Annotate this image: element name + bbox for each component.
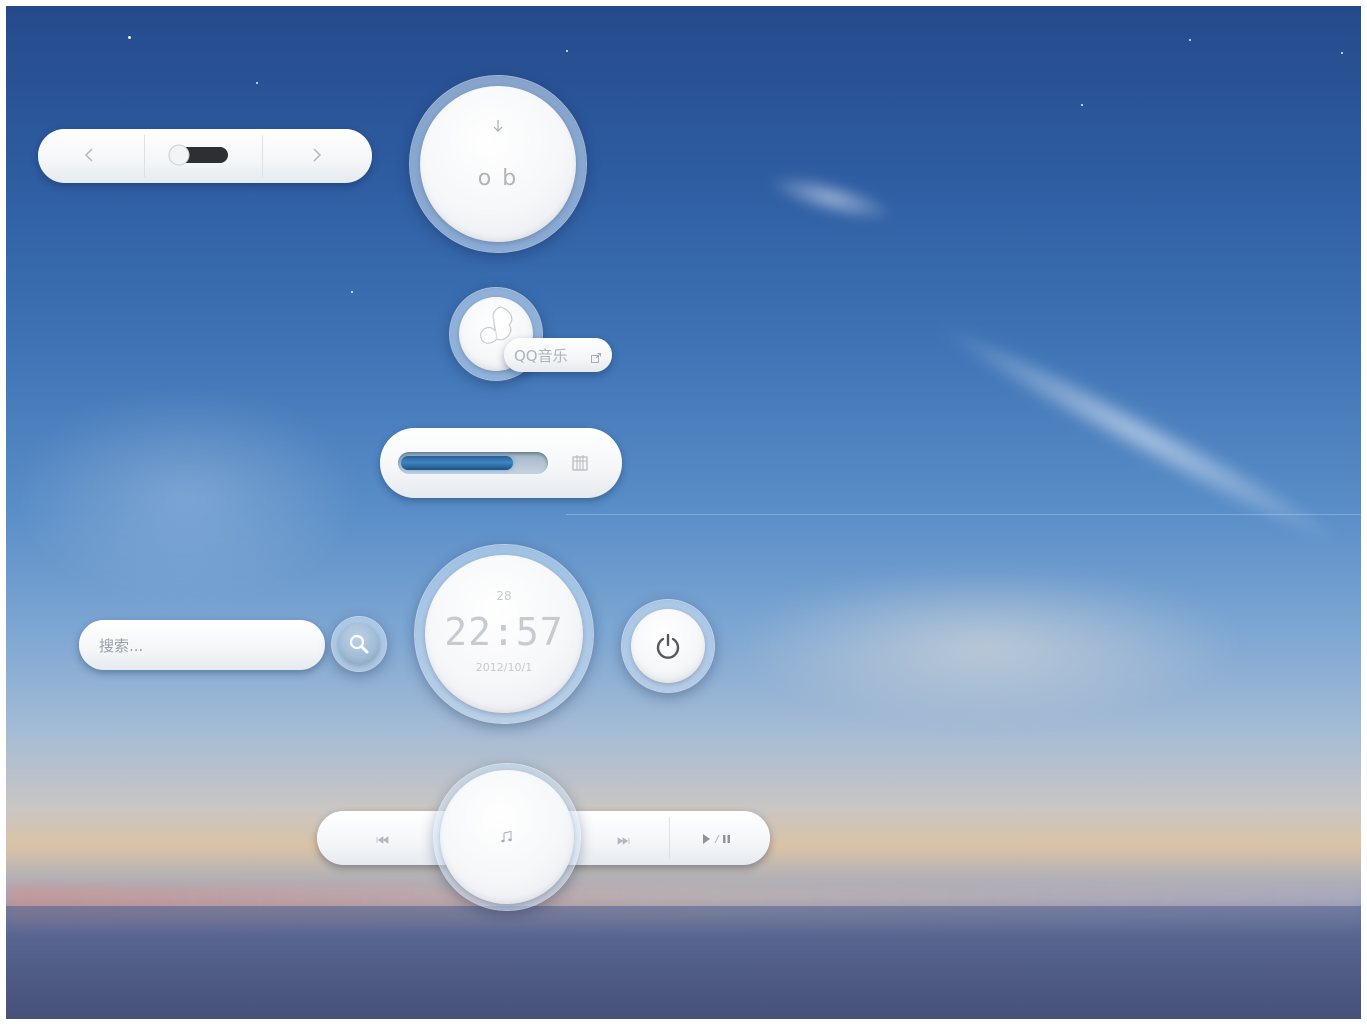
search-icon: [349, 634, 369, 654]
clock-date: 2012/10/1: [475, 661, 533, 674]
search-input[interactable]: [97, 632, 311, 660]
clock-time: 22:57: [444, 610, 564, 654]
clock-face: 28 22:57 2012/10/1: [425, 555, 583, 713]
music-note-icon: [501, 830, 512, 843]
calendar-icon[interactable]: [570, 453, 590, 473]
divider: [144, 135, 145, 177]
star: [256, 82, 258, 84]
sea: [6, 906, 1361, 1019]
play-pause-icon[interactable]: [701, 831, 735, 845]
star: [1189, 39, 1191, 41]
power-widget: [622, 600, 714, 692]
chevron-right-icon[interactable]: [304, 143, 328, 167]
cloud-streak: [926, 308, 1352, 560]
chevron-left-icon[interactable]: [78, 143, 102, 167]
power-button[interactable]: [631, 609, 705, 683]
progress-widget: [380, 428, 622, 498]
star: [566, 50, 568, 52]
music-app-label: QQ音乐: [514, 347, 568, 365]
previous-track-icon[interactable]: [375, 831, 391, 844]
desktop-background: o b QQ音乐 搜索... 28 22:57 2012/10/1: [6, 6, 1361, 1019]
clock-widget: 28 22:57 2012/10/1: [415, 545, 593, 723]
progress-fill: [401, 456, 513, 470]
cloud: [6, 386, 366, 606]
external-link-icon[interactable]: [590, 349, 602, 363]
media-center-button[interactable]: [440, 770, 574, 904]
music-app-label-pill[interactable]: QQ音乐: [504, 338, 612, 372]
progress-track: [398, 452, 548, 474]
cloud: [763, 164, 899, 232]
power-icon: [656, 633, 680, 659]
arrow-down-icon: [491, 118, 505, 134]
dial-face[interactable]: o b: [420, 86, 576, 242]
search-button[interactable]: [332, 617, 386, 671]
divider: [669, 817, 670, 859]
nav-toggle-widget: [38, 129, 372, 183]
horizon-line: [566, 514, 1361, 515]
media-center-disc: [434, 764, 580, 910]
star: [1341, 52, 1343, 54]
dial-widget: o b: [410, 76, 586, 252]
clock-seconds: 28: [496, 589, 512, 603]
next-track-icon[interactable]: [615, 832, 631, 845]
star: [1081, 104, 1083, 106]
search-button-face: [338, 623, 380, 665]
sunset-glow: [6, 886, 1361, 926]
star: [351, 291, 353, 293]
cloud: [726, 566, 1246, 726]
dial-text: o b: [477, 166, 519, 191]
divider: [262, 135, 263, 177]
toggle-switch[interactable]: [168, 144, 230, 166]
star: [128, 36, 131, 39]
search-bar: [79, 620, 325, 670]
